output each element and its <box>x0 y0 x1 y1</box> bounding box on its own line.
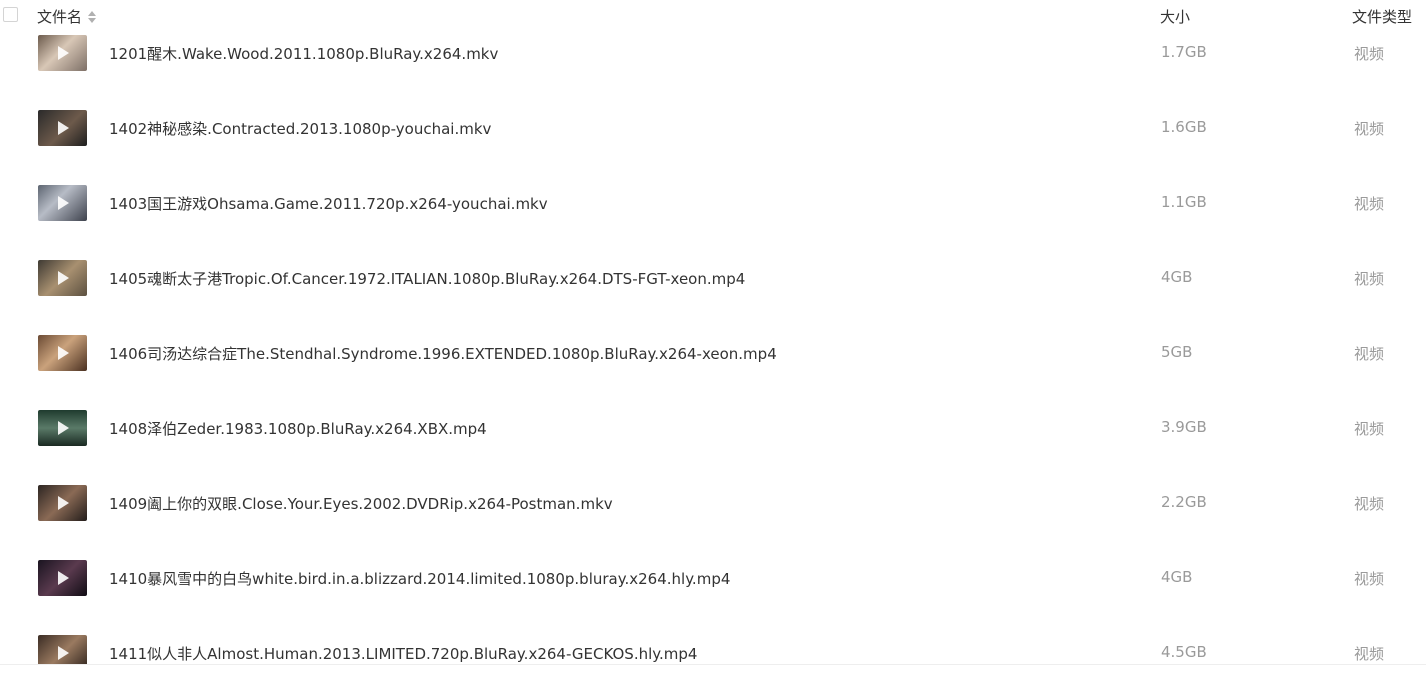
file-size: 1.7GB <box>1161 43 1207 61</box>
file-size: 5GB <box>1161 343 1193 361</box>
play-icon <box>58 46 69 60</box>
file-list-page: 文件名 大小 文件类型 1201醒木.Wake.Wood.2011.1080p.… <box>0 0 1426 675</box>
file-name[interactable]: 1411似人非人Almost.Human.2013.LIMITED.720p.B… <box>109 643 697 664</box>
file-type: 视频 <box>1354 120 1385 138</box>
file-name[interactable]: 1402神秘感染.Contracted.2013.1080p-youchai.m… <box>109 118 491 139</box>
file-name[interactable]: 1405魂断太子港Tropic.Of.Cancer.1972.ITALIAN.1… <box>109 268 745 289</box>
play-icon <box>58 346 69 360</box>
file-type: 视频 <box>1354 420 1385 438</box>
file-size: 4.5GB <box>1161 643 1207 661</box>
video-thumbnail[interactable] <box>38 185 87 221</box>
file-type: 视频 <box>1354 345 1385 363</box>
play-icon <box>58 121 69 135</box>
play-icon <box>58 646 69 660</box>
play-icon <box>58 196 69 210</box>
file-row[interactable]: 1201醒木.Wake.Wood.2011.1080p.BluRay.x264.… <box>0 15 1426 90</box>
file-row[interactable]: 1408泽伯Zeder.1983.1080p.BluRay.x264.XBX.m… <box>0 390 1426 465</box>
file-row[interactable]: 1410暴风雪中的白鸟white.bird.in.a.blizzard.2014… <box>0 540 1426 615</box>
play-icon <box>58 571 69 585</box>
file-name[interactable]: 1406司汤达综合症The.Stendhal.Syndrome.1996.EXT… <box>109 343 777 364</box>
file-name[interactable]: 1403国王游戏Ohsama.Game.2011.720p.x264-youch… <box>109 193 548 214</box>
file-row[interactable]: 1406司汤达综合症The.Stendhal.Syndrome.1996.EXT… <box>0 315 1426 390</box>
file-type: 视频 <box>1354 195 1385 213</box>
file-row[interactable]: 1403国王游戏Ohsama.Game.2011.720p.x264-youch… <box>0 165 1426 240</box>
file-row[interactable]: 1405魂断太子港Tropic.Of.Cancer.1972.ITALIAN.1… <box>0 240 1426 315</box>
file-row[interactable]: 1402神秘感染.Contracted.2013.1080p-youchai.m… <box>0 90 1426 165</box>
bottom-mask <box>0 665 1426 675</box>
file-list: 1201醒木.Wake.Wood.2011.1080p.BluRay.x264.… <box>0 15 1426 675</box>
file-type: 视频 <box>1354 270 1385 288</box>
list-divider <box>0 664 1426 665</box>
play-icon <box>58 496 69 510</box>
file-type: 视频 <box>1354 495 1385 513</box>
video-thumbnail[interactable] <box>38 485 87 521</box>
file-type: 视频 <box>1354 45 1385 63</box>
file-size: 1.6GB <box>1161 118 1207 136</box>
video-thumbnail[interactable] <box>38 110 87 146</box>
file-size: 4GB <box>1161 268 1193 286</box>
file-size: 3.9GB <box>1161 418 1207 436</box>
file-size: 1.1GB <box>1161 193 1207 211</box>
video-thumbnail[interactable] <box>38 260 87 296</box>
file-row[interactable]: 1409阖上你的双眼.Close.Your.Eyes.2002.DVDRip.x… <box>0 465 1426 540</box>
file-size: 4GB <box>1161 568 1193 586</box>
file-type: 视频 <box>1354 570 1385 588</box>
video-thumbnail[interactable] <box>38 560 87 596</box>
play-icon <box>58 271 69 285</box>
file-size: 2.2GB <box>1161 493 1207 511</box>
video-thumbnail[interactable] <box>38 35 87 71</box>
file-name[interactable]: 1408泽伯Zeder.1983.1080p.BluRay.x264.XBX.m… <box>109 418 487 439</box>
file-name[interactable]: 1410暴风雪中的白鸟white.bird.in.a.blizzard.2014… <box>109 568 730 589</box>
video-thumbnail[interactable] <box>38 335 87 371</box>
file-type: 视频 <box>1354 645 1385 663</box>
file-name[interactable]: 1201醒木.Wake.Wood.2011.1080p.BluRay.x264.… <box>109 43 498 64</box>
video-thumbnail[interactable] <box>38 410 87 446</box>
play-icon <box>58 421 69 435</box>
file-name[interactable]: 1409阖上你的双眼.Close.Your.Eyes.2002.DVDRip.x… <box>109 493 613 514</box>
